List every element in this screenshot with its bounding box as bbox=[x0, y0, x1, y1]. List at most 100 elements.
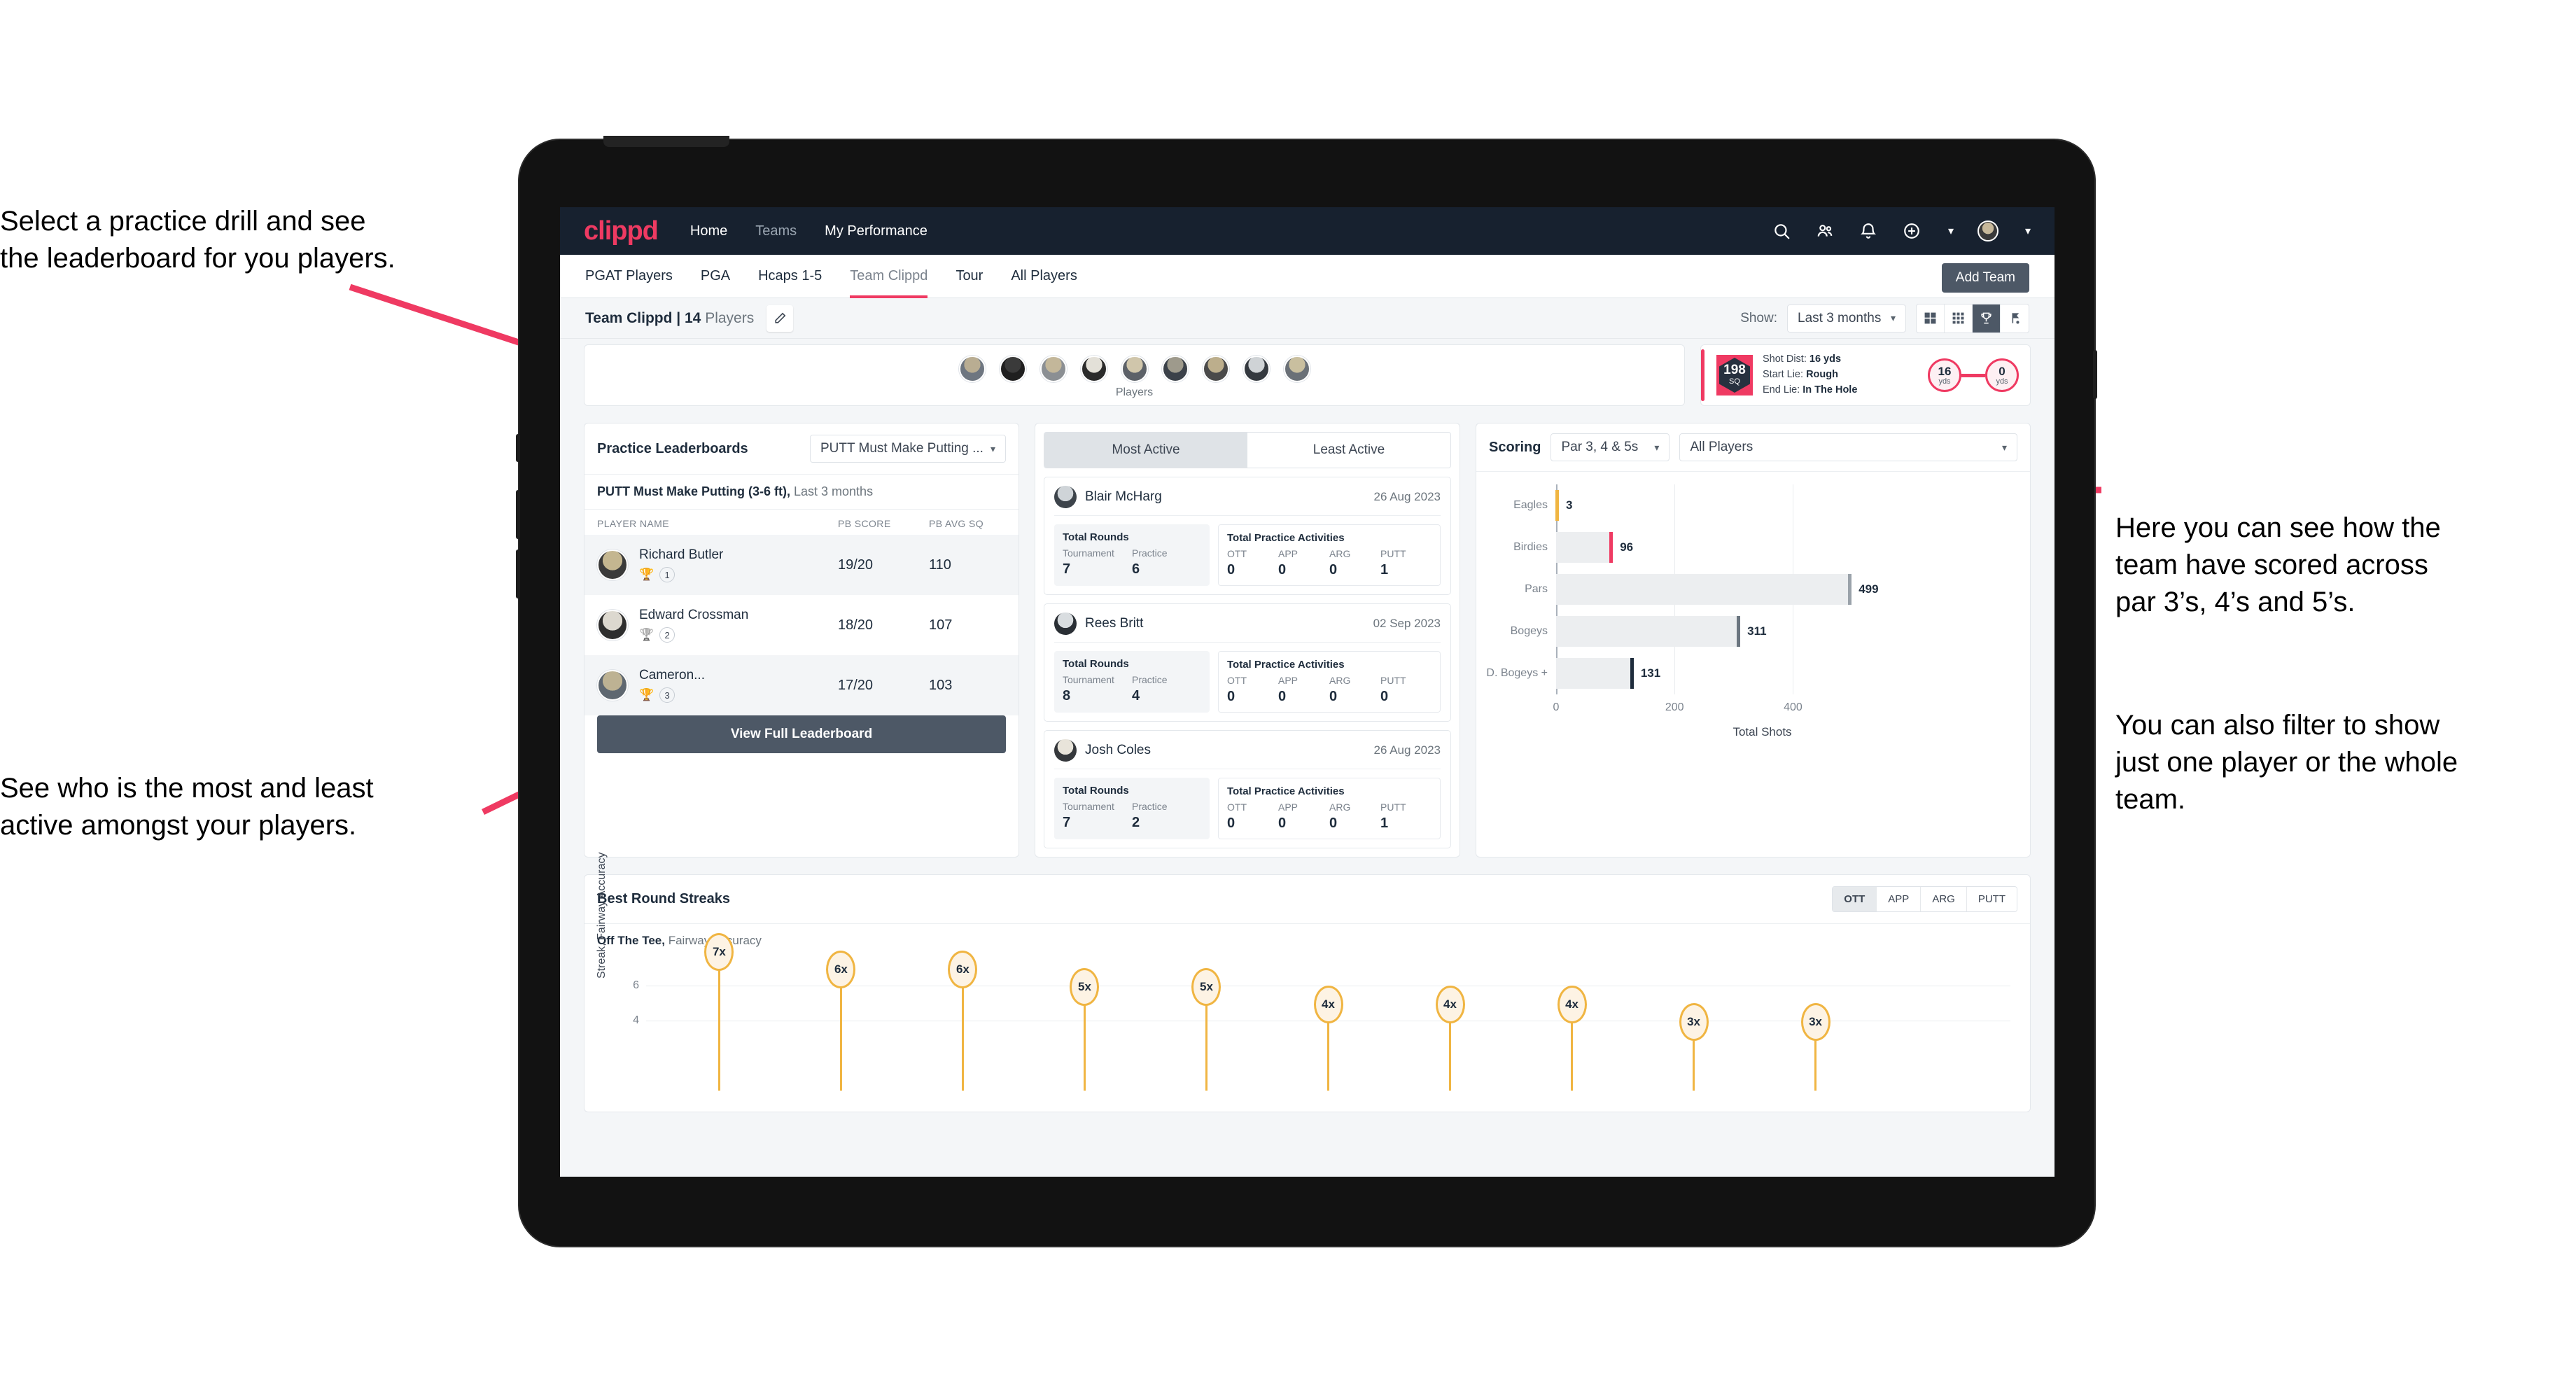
streak-stem bbox=[1083, 1003, 1086, 1091]
pb-score-value: 17/20 bbox=[838, 677, 874, 693]
top-row: Players 198 SQ Shot Dist: 16 yds Start L… bbox=[584, 339, 2031, 406]
table-row[interactable]: Edward Crossman 🏆 2 18/20 107 bbox=[584, 595, 1018, 655]
bar-value-label: 3 bbox=[1566, 498, 1573, 512]
chevron-down-icon[interactable]: ▾ bbox=[2025, 224, 2031, 238]
strip-right-controls: Show: Last 3 months ▾ bbox=[1740, 303, 2029, 333]
rank-badge: 3 bbox=[659, 687, 676, 703]
player-name: Josh Coles bbox=[1085, 743, 1151, 757]
table-row[interactable]: Cameron... 🏆 3 17/20 103 bbox=[584, 655, 1018, 715]
tab-hcaps-1-5[interactable]: Hcaps 1-5 bbox=[758, 255, 822, 298]
streak-marker[interactable]: 4x bbox=[1313, 986, 1343, 1023]
add-team-button[interactable]: Add Team bbox=[1941, 263, 2029, 293]
bar-value-label: 96 bbox=[1620, 540, 1634, 554]
avatar[interactable] bbox=[1080, 356, 1107, 382]
shot-detail-card: 198 SQ Shot Dist: 16 yds Start Lie: Roug… bbox=[1700, 344, 2031, 406]
avatar[interactable] bbox=[958, 356, 986, 382]
date-range-select[interactable]: Last 3 months ▾ bbox=[1787, 304, 1906, 332]
y-tick-label: Eagles bbox=[1513, 499, 1548, 511]
avatar bbox=[597, 670, 628, 701]
view-full-leaderboard-button[interactable]: View Full Leaderboard bbox=[597, 715, 1006, 753]
shot-quality-hex: 198 SQ bbox=[1719, 358, 1750, 393]
end-lie-line: End Lie: In The Hole bbox=[1763, 384, 1858, 396]
streak-marker[interactable]: 6x bbox=[826, 951, 856, 988]
shot-quality-value: 198 bbox=[1723, 363, 1746, 378]
bar bbox=[1556, 574, 1852, 605]
flag-icon[interactable] bbox=[2001, 304, 2029, 332]
avatar[interactable] bbox=[1242, 356, 1270, 382]
streak-stem bbox=[961, 986, 964, 1091]
grid-small-icon[interactable] bbox=[1945, 304, 1973, 332]
shot-start-distance: 16 yds bbox=[1928, 358, 1961, 392]
tab-least-active[interactable]: Least Active bbox=[1247, 433, 1450, 468]
toggle-arg[interactable]: ARG bbox=[1921, 887, 1967, 911]
leaderboard-column-headers: PLAYER NAME PB SCORE PB AVG SQ bbox=[584, 510, 1018, 535]
streak-marker[interactable]: 4x bbox=[1435, 986, 1465, 1023]
shot-quality-unit: SQ bbox=[1729, 377, 1740, 386]
leaderboard-player-cell: Richard Butler 🏆 1 bbox=[639, 547, 838, 582]
bar-cap bbox=[1848, 574, 1852, 605]
people-icon[interactable] bbox=[1815, 221, 1835, 241]
pencil-icon[interactable] bbox=[766, 304, 794, 332]
tablet-frame: clippd Home Teams My Performance ▾ ▾ PGA… bbox=[516, 136, 2097, 1246]
tab-team-clippd[interactable]: Team Clippd bbox=[850, 255, 928, 298]
table-row[interactable]: Richard Butler 🏆 1 19/20 110 bbox=[584, 535, 1018, 595]
activity-card-header: Josh Coles 26 Aug 2023 bbox=[1054, 739, 1441, 769]
app-screen: clippd Home Teams My Performance ▾ ▾ PGA… bbox=[560, 207, 2054, 1177]
par-select[interactable]: Par 3, 4 & 5s ▾ bbox=[1550, 433, 1670, 461]
avatar[interactable] bbox=[1202, 356, 1229, 382]
avatar[interactable] bbox=[999, 356, 1026, 382]
clippd-logo[interactable]: clippd bbox=[584, 216, 659, 246]
activity-date: 26 Aug 2023 bbox=[1373, 743, 1441, 757]
avatar[interactable] bbox=[1283, 356, 1310, 382]
practice-app: APP 0 bbox=[1278, 548, 1298, 578]
nav-link-my-performance[interactable]: My Performance bbox=[825, 223, 927, 239]
trophy-icon[interactable] bbox=[1973, 304, 2001, 332]
list-item[interactable]: Josh Coles 26 Aug 2023 Total Rounds Tour… bbox=[1044, 730, 1451, 848]
grid-large-icon[interactable] bbox=[1917, 304, 1945, 332]
date-range-value: Last 3 months bbox=[1798, 310, 1882, 326]
tab-all-players[interactable]: All Players bbox=[1011, 255, 1077, 298]
toggle-putt[interactable]: PUTT bbox=[1966, 887, 2017, 911]
tab-most-active[interactable]: Most Active bbox=[1044, 433, 1247, 468]
drill-select[interactable]: PUTT Must Make Putting ... ▾ bbox=[809, 435, 1006, 463]
nav-link-teams[interactable]: Teams bbox=[755, 223, 797, 239]
player-filter-select[interactable]: All Players ▾ bbox=[1679, 433, 2017, 461]
rounds-practice: Practice 6 bbox=[1132, 547, 1168, 577]
avatar[interactable] bbox=[1040, 356, 1067, 382]
streak-marker[interactable]: 3x bbox=[1679, 1003, 1709, 1041]
tab-pgat-players[interactable]: PGAT Players bbox=[585, 255, 673, 298]
team-name: Team Clippd bbox=[585, 309, 673, 326]
tab-tour[interactable]: Tour bbox=[955, 255, 983, 298]
streak-marker[interactable]: 6x bbox=[948, 951, 978, 988]
streak-marker[interactable]: 7x bbox=[704, 933, 734, 971]
streak-marker[interactable]: 3x bbox=[1800, 1003, 1830, 1041]
streak-marker[interactable]: 5x bbox=[1070, 968, 1100, 1006]
practice-app: APP 0 bbox=[1278, 802, 1298, 831]
chevron-down-icon[interactable]: ▾ bbox=[1948, 224, 1954, 238]
y-tick-label: 6 bbox=[633, 979, 639, 991]
avatar[interactable] bbox=[1977, 220, 1998, 241]
activity-date: 26 Aug 2023 bbox=[1373, 490, 1441, 503]
tab-pga[interactable]: PGA bbox=[701, 255, 730, 298]
bell-icon[interactable] bbox=[1858, 221, 1878, 241]
plus-circle-icon[interactable] bbox=[1902, 221, 1921, 241]
y-tick-label: D. Bogeys + bbox=[1486, 667, 1548, 679]
list-item[interactable]: Rees Britt 02 Sep 2023 Total Rounds Tour… bbox=[1044, 603, 1451, 722]
screenshot-stage: Select a practice drill and see the lead… bbox=[0, 0, 2576, 1386]
x-tick-label: 400 bbox=[1784, 701, 1802, 713]
shot-distance-dumbbell: 16 yds 0 yds bbox=[1928, 358, 2019, 392]
list-item[interactable]: Blair McHarg 26 Aug 2023 Total Rounds To… bbox=[1044, 477, 1451, 595]
streak-marker[interactable]: 4x bbox=[1557, 986, 1587, 1023]
nav-link-home[interactable]: Home bbox=[690, 223, 727, 239]
streaks-subtitle: Off The Tee, Fairway Accuracy bbox=[584, 924, 2030, 951]
streak-stem bbox=[1449, 1021, 1452, 1091]
streak-marker[interactable]: 5x bbox=[1191, 968, 1222, 1006]
toggle-ott[interactable]: OTT bbox=[1833, 887, 1877, 911]
toggle-app[interactable]: APP bbox=[1877, 887, 1921, 911]
avatar[interactable] bbox=[1161, 356, 1189, 382]
drill-name: PUTT Must Make Putting (3-6 ft), bbox=[597, 484, 790, 498]
avatar[interactable] bbox=[1121, 356, 1148, 382]
streak-stem bbox=[718, 968, 720, 1091]
avatar bbox=[1054, 739, 1077, 762]
search-icon[interactable] bbox=[1772, 221, 1791, 241]
